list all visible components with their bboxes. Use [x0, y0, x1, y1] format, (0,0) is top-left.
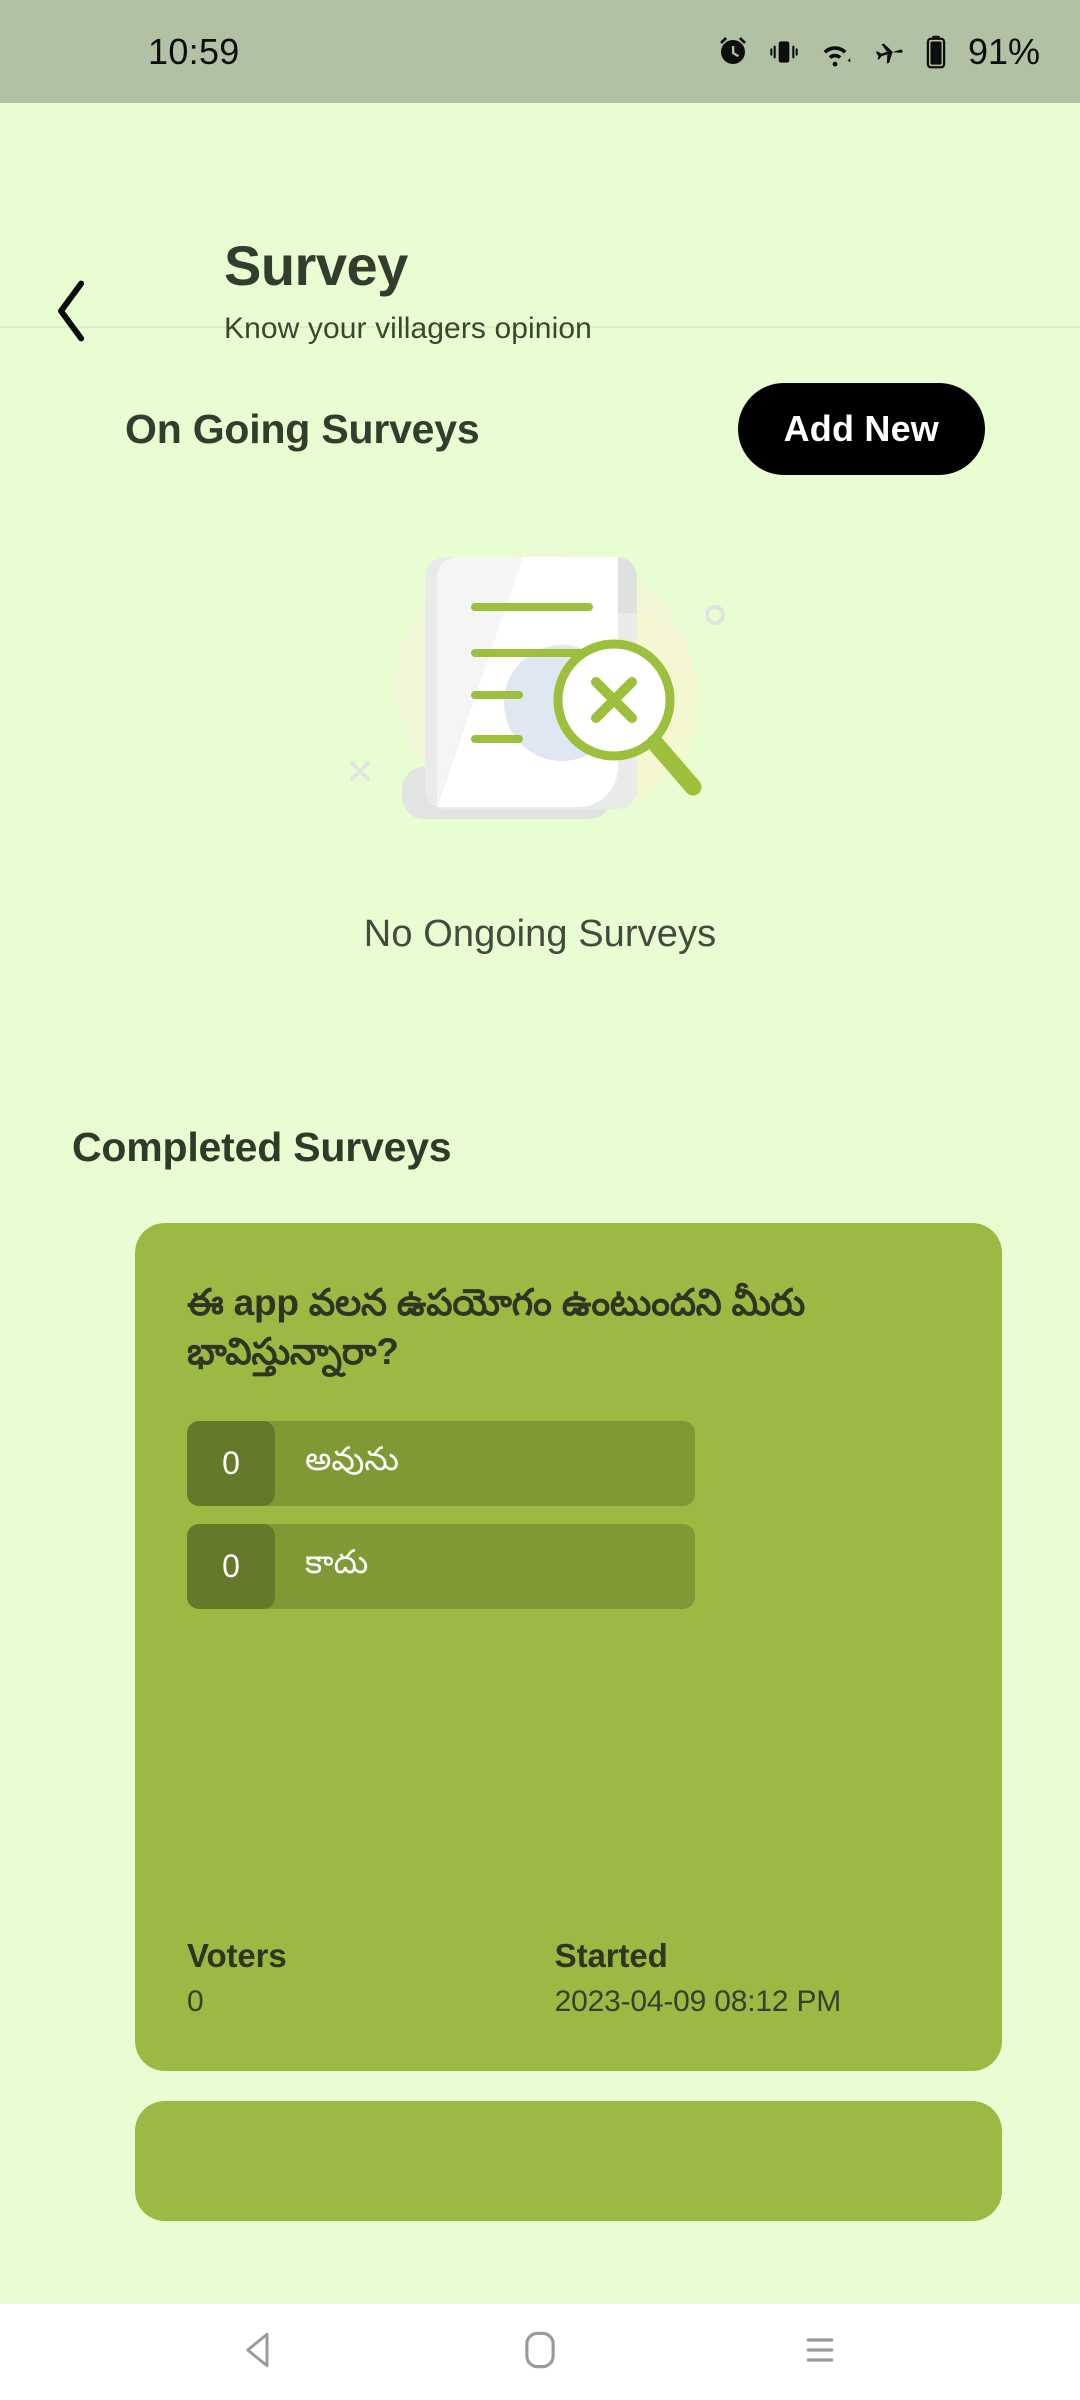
status-time: 10:59 [148, 30, 240, 72]
completed-section-title: Completed Surveys [72, 1124, 452, 1170]
started-block: Started 2023-04-09 08:12 PM [554, 1937, 842, 2019]
ongoing-empty-state: No Ongoing Surveys [0, 515, 1080, 956]
started-value: 2023-04-09 08:12 PM [554, 1985, 842, 2018]
survey-card[interactable]: ఈ app వలన ఉపయోగం ఉంటుందని మీరు భావిస్తున… [135, 1223, 1002, 2071]
ongoing-section-title: On Going Surveys [125, 405, 480, 452]
nav-recents-button[interactable] [765, 2304, 875, 2400]
android-nav-bar [0, 2304, 1080, 2400]
airplane-icon [870, 34, 906, 70]
survey-option-row[interactable]: 0 అవును [187, 1420, 695, 1506]
alarm-icon [715, 34, 751, 70]
content-scroll[interactable]: On Going Surveys Add New No Ongoing Surv… [0, 328, 1080, 2304]
app-header: Survey Know your villagers opinion [0, 103, 1080, 345]
survey-options: 0 అవును 0 కాదు [187, 1420, 950, 1609]
nav-back-icon [239, 2329, 281, 2376]
option-count: 0 [187, 1523, 275, 1609]
status-bar: 10:59 91% [0, 0, 1080, 103]
survey-card-footer: Voters 0 Started 2023-04-09 08:12 PM [187, 1937, 950, 2019]
option-count: 0 [187, 1420, 275, 1506]
battery-percent: 91% [967, 30, 1040, 72]
option-label: కాదు [305, 1543, 369, 1581]
nav-recents-icon [800, 2330, 840, 2375]
survey-card-next-partial[interactable] [135, 2101, 1002, 2221]
survey-question: ఈ app వలన ఉపయోగం ఉంటుందని మీరు భావిస్తున… [187, 1282, 806, 1372]
voters-label: Voters [187, 1937, 287, 1974]
document-search-not-found-icon [330, 515, 750, 855]
option-label: అవును [305, 1440, 399, 1478]
nav-back-button[interactable] [205, 2304, 315, 2400]
wifi-icon [817, 34, 853, 70]
nav-home-icon [521, 2329, 559, 2376]
voters-value: 0 [187, 1985, 204, 2018]
add-new-button[interactable]: Add New [737, 383, 985, 475]
survey-option-row[interactable]: 0 కాదు [187, 1523, 695, 1609]
started-label: Started [554, 1937, 668, 1974]
empty-state-text: No Ongoing Surveys [363, 913, 717, 955]
status-icons: 91% [715, 31, 1040, 73]
voters-block: Voters 0 [187, 1937, 287, 2019]
vibrate-icon [768, 36, 800, 68]
ongoing-section-header: On Going Surveys Add New [0, 328, 1080, 475]
nav-home-button[interactable] [485, 2304, 595, 2400]
battery-icon [923, 34, 949, 70]
page-title: Survey [224, 234, 408, 297]
phone-screen: 10:59 91% Survey Know your villagers opi… [0, 0, 1080, 2400]
